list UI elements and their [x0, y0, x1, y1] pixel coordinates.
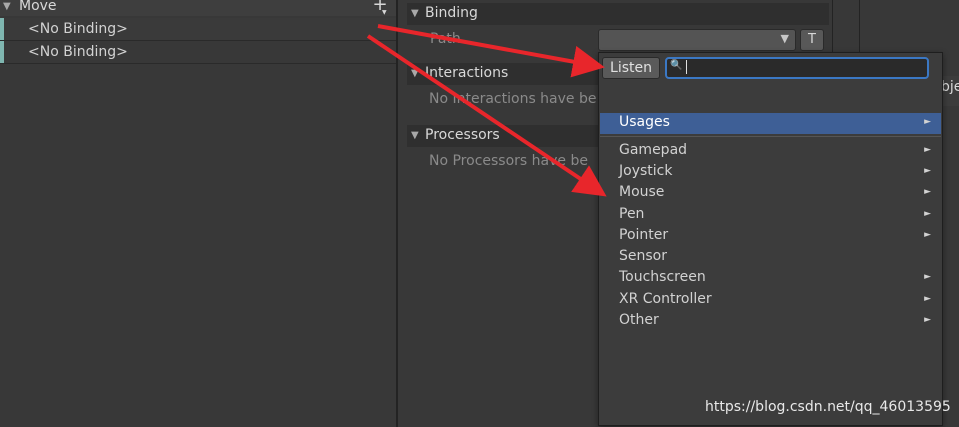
watermark-text: https://blog.csdn.net/qq_46013595 [705, 399, 951, 415]
annotation-arrow [377, 24, 605, 78]
annotation-arrows [366, 24, 607, 197]
